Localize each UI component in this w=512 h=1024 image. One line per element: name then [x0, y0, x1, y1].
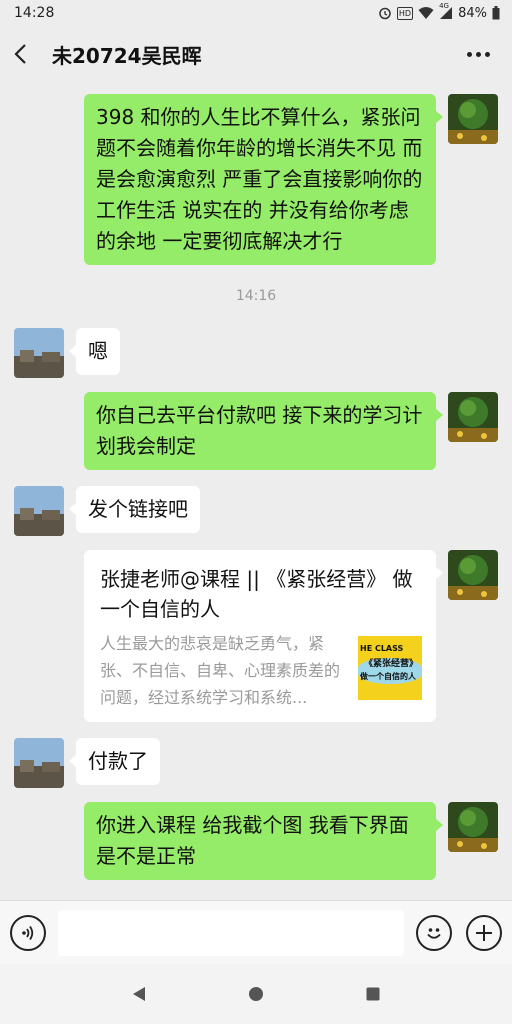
link-thumbnail: HE CLASS 《紧张经营》 做一个自信的人 [358, 636, 422, 700]
time-stamp: 14:16 [235, 288, 277, 304]
circle-home-icon [248, 987, 263, 1001]
nav-back-button[interactable] [119, 974, 159, 1014]
emoji-button[interactable] [416, 914, 452, 951]
status-icons: HD 4G 84% [378, 2, 500, 21]
battery-icon [492, 6, 500, 20]
status-time: 14:28 [14, 5, 55, 21]
square-recent-icon [366, 987, 380, 1001]
nav-home-button[interactable] [236, 974, 276, 1014]
network-type: 4G [439, 2, 449, 10]
back-button[interactable] [14, 34, 44, 74]
my-avatar[interactable] [448, 94, 498, 144]
contact-avatar[interactable] [14, 328, 64, 378]
message-bubble-received[interactable]: 付款了 [69, 738, 160, 785]
thumb-line: 《紧张经营》 [364, 659, 419, 669]
more-dot [484, 51, 490, 57]
chat-header: 未20724吴民晖 [0, 26, 512, 82]
my-avatar[interactable] [448, 802, 498, 852]
chat-title: 未20724吴民晖 [52, 43, 202, 68]
more-button[interactable] [458, 34, 498, 74]
emoji-icon [427, 927, 441, 939]
chevron-left-icon [14, 44, 26, 64]
message-bubble-sent[interactable]: 你自己去平台付款吧 接下来的学习计划我会制定 [84, 392, 443, 470]
more-dots-icon [466, 51, 472, 57]
wifi-icon [418, 6, 434, 20]
message-bubble-sent[interactable]: 你进入课程 给我截个图 我看下界面是不是正常 [84, 802, 443, 880]
voice-button[interactable] [10, 914, 46, 951]
contact-avatar[interactable] [14, 486, 64, 536]
link-body: 人生最大的悲哀是缺乏勇气，紧张、不自信、自卑、心理素质差的问题，经过系统学习和系… [100, 630, 422, 711]
add-button[interactable] [466, 914, 502, 951]
link-card[interactable]: 张捷老师@课程 || 《紧张经营》 做一个自信的人 人生最大的悲哀是缺乏勇气，紧… [84, 550, 443, 722]
message-list[interactable]: 398 和你的人生比不算什么，紧张问题不会随着你年龄的增长消失不见 而是会愈演愈… [0, 82, 512, 900]
more-dot [475, 51, 481, 57]
battery-percent: 84% [458, 5, 487, 21]
system-nav-bar [0, 964, 512, 1024]
signal-icon: 4G [439, 2, 453, 20]
hd-icon: HD [396, 6, 414, 20]
status-bar: 14:28 HD 4G 84% [0, 0, 512, 26]
contact-avatar[interactable] [14, 738, 64, 788]
link-description: 人生最大的悲哀是缺乏勇气，紧张、不自信、自卑、心理素质差的问题，经过系统学习和系… [100, 634, 341, 707]
my-avatar[interactable] [448, 550, 498, 600]
message-bubble-received[interactable]: 嗯 [69, 328, 120, 375]
thumb-line: 做一个自信的人 [360, 672, 416, 681]
my-avatar[interactable] [448, 392, 498, 442]
triangle-back-icon [132, 987, 145, 1001]
link-title: 张捷老师@课程 || 《紧张经营》 做一个自信的人 [100, 567, 413, 621]
message-bubble-sent[interactable]: 398 和你的人生比不算什么，紧张问题不会随着你年龄的增长消失不见 而是会愈演愈… [84, 94, 443, 265]
alarm-icon [378, 6, 392, 20]
voice-icon [22, 925, 34, 940]
plus-icon [476, 924, 492, 941]
input-bar [0, 900, 512, 964]
message-bubble-received[interactable]: 发个链接吧 [69, 486, 200, 533]
thumb-line: HE CLASS [360, 644, 404, 653]
nav-recent-button[interactable] [353, 974, 393, 1014]
message-input[interactable] [58, 909, 404, 956]
